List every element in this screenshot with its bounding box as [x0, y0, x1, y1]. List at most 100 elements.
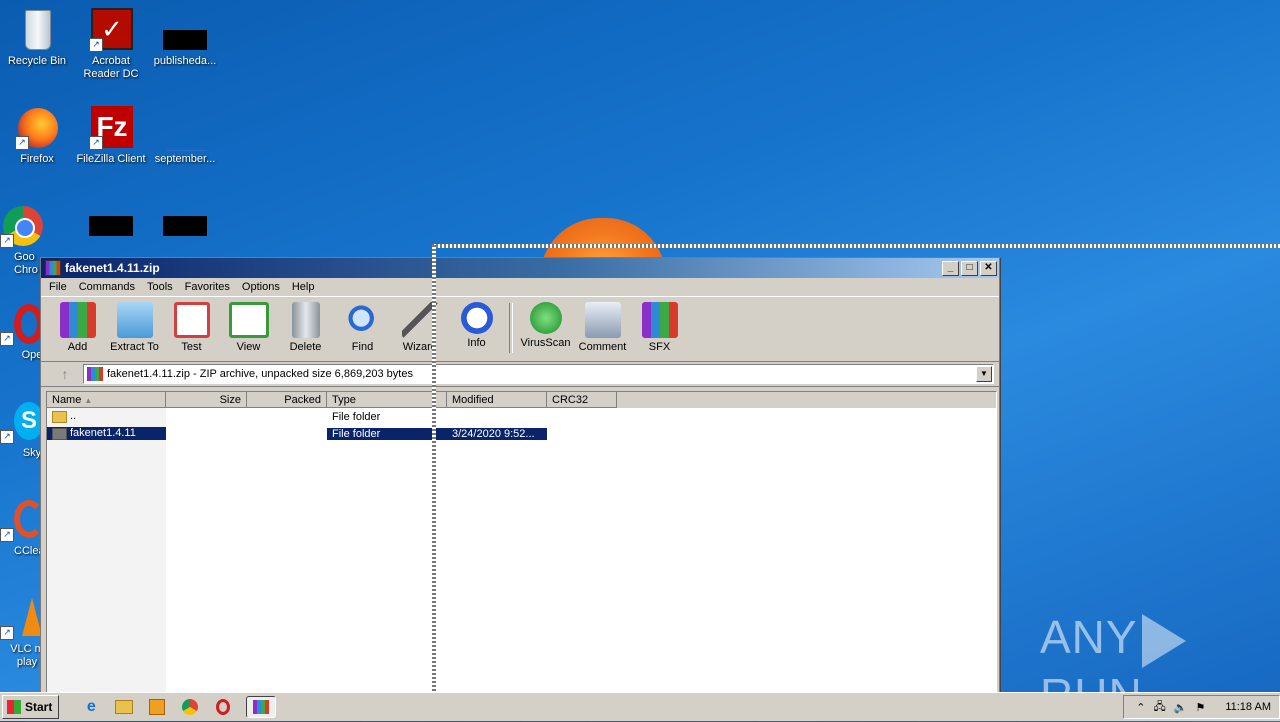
- add-icon: [59, 302, 96, 338]
- opera-icon: ↗: [0, 302, 44, 346]
- file-row-parent[interactable]: .. File folder: [47, 408, 996, 425]
- clock[interactable]: 11:18 AM: [1225, 701, 1271, 713]
- tray-expand-icon[interactable]: ⌃: [1136, 701, 1145, 714]
- desktop-icon-redacted-2[interactable]: [148, 204, 222, 251]
- winrar-icon[interactable]: [246, 696, 277, 718]
- drag-outline-left: [432, 245, 436, 691]
- menu-bar: File Commands Tools Favorites Options He…: [41, 278, 999, 296]
- play-logo-icon: [1141, 613, 1186, 668]
- menu-tools[interactable]: Tools: [141, 281, 179, 293]
- folder-icon: [52, 427, 67, 440]
- menu-options[interactable]: Options: [236, 281, 286, 293]
- start-button[interactable]: Start: [2, 695, 60, 719]
- volume-icon[interactable]: 🔈: [1174, 701, 1188, 714]
- test-button[interactable]: Test: [163, 301, 220, 353]
- info-icon: [460, 302, 493, 334]
- file-row-selected[interactable]: fakenet1.4.11 File folder 3/24/2020 9:52…: [47, 425, 996, 442]
- acrobat-icon: ✓ ↗: [89, 8, 133, 52]
- col-header-modified[interactable]: Modified: [447, 392, 547, 408]
- menu-file[interactable]: File: [43, 281, 73, 293]
- menu-help[interactable]: Help: [286, 281, 321, 293]
- winrar-window: fakenet1.4.11.zip _ □ ✕ File Commands To…: [40, 257, 1000, 695]
- column-headers: Name ▲ Size Packed Type Modified CRC32: [47, 392, 996, 408]
- action-center-flag-icon[interactable]: ⚑: [1195, 701, 1205, 714]
- sfx-books-icon: [641, 302, 678, 338]
- recycle-bin-icon: [15, 8, 59, 52]
- maximize-button[interactable]: □: [961, 260, 978, 276]
- redacted-icon: [89, 216, 133, 236]
- minimize-button[interactable]: _: [942, 260, 959, 276]
- sfx-button[interactable]: SFX: [631, 301, 688, 353]
- desktop-icon-skype[interactable]: S ↗ Sky: [0, 400, 44, 460]
- toolbar-separator: [509, 303, 513, 353]
- desktop-icon-firefox[interactable]: ↗ Firefox: [0, 106, 74, 166]
- extract-to-button[interactable]: Extract To: [106, 301, 163, 353]
- desktop-icon-ccleaner[interactable]: ↗ CClea: [0, 498, 44, 558]
- up-arrow-icon[interactable]: ↑: [47, 364, 83, 384]
- desktop-icon-acrobat[interactable]: ✓ ↗ Acrobat Reader DC: [74, 8, 148, 81]
- desktop-icon-filezilla[interactable]: Fz ↗ FileZilla Client: [74, 106, 148, 166]
- info-button[interactable]: Info: [448, 301, 505, 349]
- window-title: fakenet1.4.11.zip: [65, 261, 160, 275]
- ie-icon[interactable]: e: [81, 697, 101, 717]
- view-book-icon: [228, 302, 269, 338]
- dropdown-arrow-icon[interactable]: ▼: [976, 366, 992, 382]
- windows-logo-icon: [7, 700, 21, 714]
- address-text: fakenet1.4.11.zip - ZIP archive, unpacke…: [107, 368, 413, 380]
- desktop-icon-publisheda[interactable]: publisheda...: [148, 8, 222, 68]
- system-tray: ⌃ 🖧 🔈 ⚑ 11:18 AM: [1123, 695, 1280, 719]
- desktop-icon-redacted[interactable]: [74, 204, 148, 251]
- close-button[interactable]: ✕: [980, 260, 997, 276]
- magnifier-icon: [344, 302, 381, 338]
- desktop-icon-vlc[interactable]: ↗ VLC m play: [0, 596, 44, 669]
- explorer-icon[interactable]: [114, 697, 134, 717]
- folder-up-icon: [52, 410, 67, 423]
- wizard-button[interactable]: Wizarc: [391, 301, 448, 353]
- media-player-icon[interactable]: [147, 697, 167, 717]
- redacted-icon: [163, 30, 207, 50]
- col-header-size[interactable]: Size: [166, 392, 247, 408]
- menu-commands[interactable]: Commands: [73, 281, 141, 293]
- network-icon[interactable]: 🖧: [1153, 698, 1165, 717]
- view-button[interactable]: View: [220, 301, 277, 353]
- find-button[interactable]: Find: [334, 301, 391, 353]
- menu-favorites[interactable]: Favorites: [179, 281, 236, 293]
- chrome-icon[interactable]: [180, 697, 200, 717]
- chrome-icon: ↗: [0, 204, 44, 248]
- desktop-icon-opera[interactable]: ↗ Ope: [0, 302, 44, 362]
- virus-scan-icon: [529, 302, 562, 334]
- col-header-packed[interactable]: Packed: [247, 392, 327, 408]
- virusscan-button[interactable]: VirusScan: [517, 301, 574, 349]
- extract-folder-icon: [116, 302, 153, 338]
- comment-icon: [584, 302, 621, 338]
- file-list[interactable]: Name ▲ Size Packed Type Modified CRC32 .…: [46, 391, 997, 693]
- comment-button[interactable]: Comment: [574, 301, 631, 353]
- title-bar[interactable]: fakenet1.4.11.zip _ □ ✕: [41, 258, 999, 278]
- vlc-cone-icon: ↗: [0, 596, 44, 640]
- test-clipboard-icon: [173, 302, 210, 338]
- name-column-shade: [47, 408, 166, 692]
- desktop-icon-september[interactable]: september...: [148, 106, 222, 166]
- ccleaner-icon: ↗: [0, 498, 44, 542]
- toolbar: Add Extract To Test View Delete Find Wiz…: [41, 296, 999, 362]
- winrar-icon: [45, 260, 61, 276]
- redacted-icon: [163, 216, 207, 236]
- desktop-icon-recycle-bin[interactable]: Recycle Bin: [0, 8, 74, 68]
- col-header-crc32[interactable]: CRC32: [547, 392, 617, 408]
- add-button[interactable]: Add: [49, 301, 106, 353]
- col-header-name[interactable]: Name ▲: [47, 392, 166, 408]
- delete-button[interactable]: Delete: [277, 301, 334, 353]
- opera-icon[interactable]: [213, 697, 233, 717]
- desktop-icon-chrome[interactable]: ↗ Goo Chro: [0, 204, 44, 277]
- col-header-type[interactable]: Type: [327, 392, 447, 408]
- archive-icon: [87, 367, 103, 381]
- address-field[interactable]: fakenet1.4.11.zip - ZIP archive, unpacke…: [83, 364, 994, 384]
- trash-icon: [291, 302, 320, 338]
- drag-outline-top: [432, 244, 1280, 248]
- firefox-icon: ↗: [15, 106, 59, 150]
- taskbar: Start e ⌃ 🖧 🔈 ⚑ 11:18 AM: [0, 692, 1280, 721]
- address-bar: ↑ fakenet1.4.11.zip - ZIP archive, unpac…: [41, 362, 999, 387]
- filezilla-icon: Fz ↗: [89, 106, 133, 150]
- document-icon: [163, 106, 207, 151]
- skype-icon: S ↗: [0, 400, 44, 444]
